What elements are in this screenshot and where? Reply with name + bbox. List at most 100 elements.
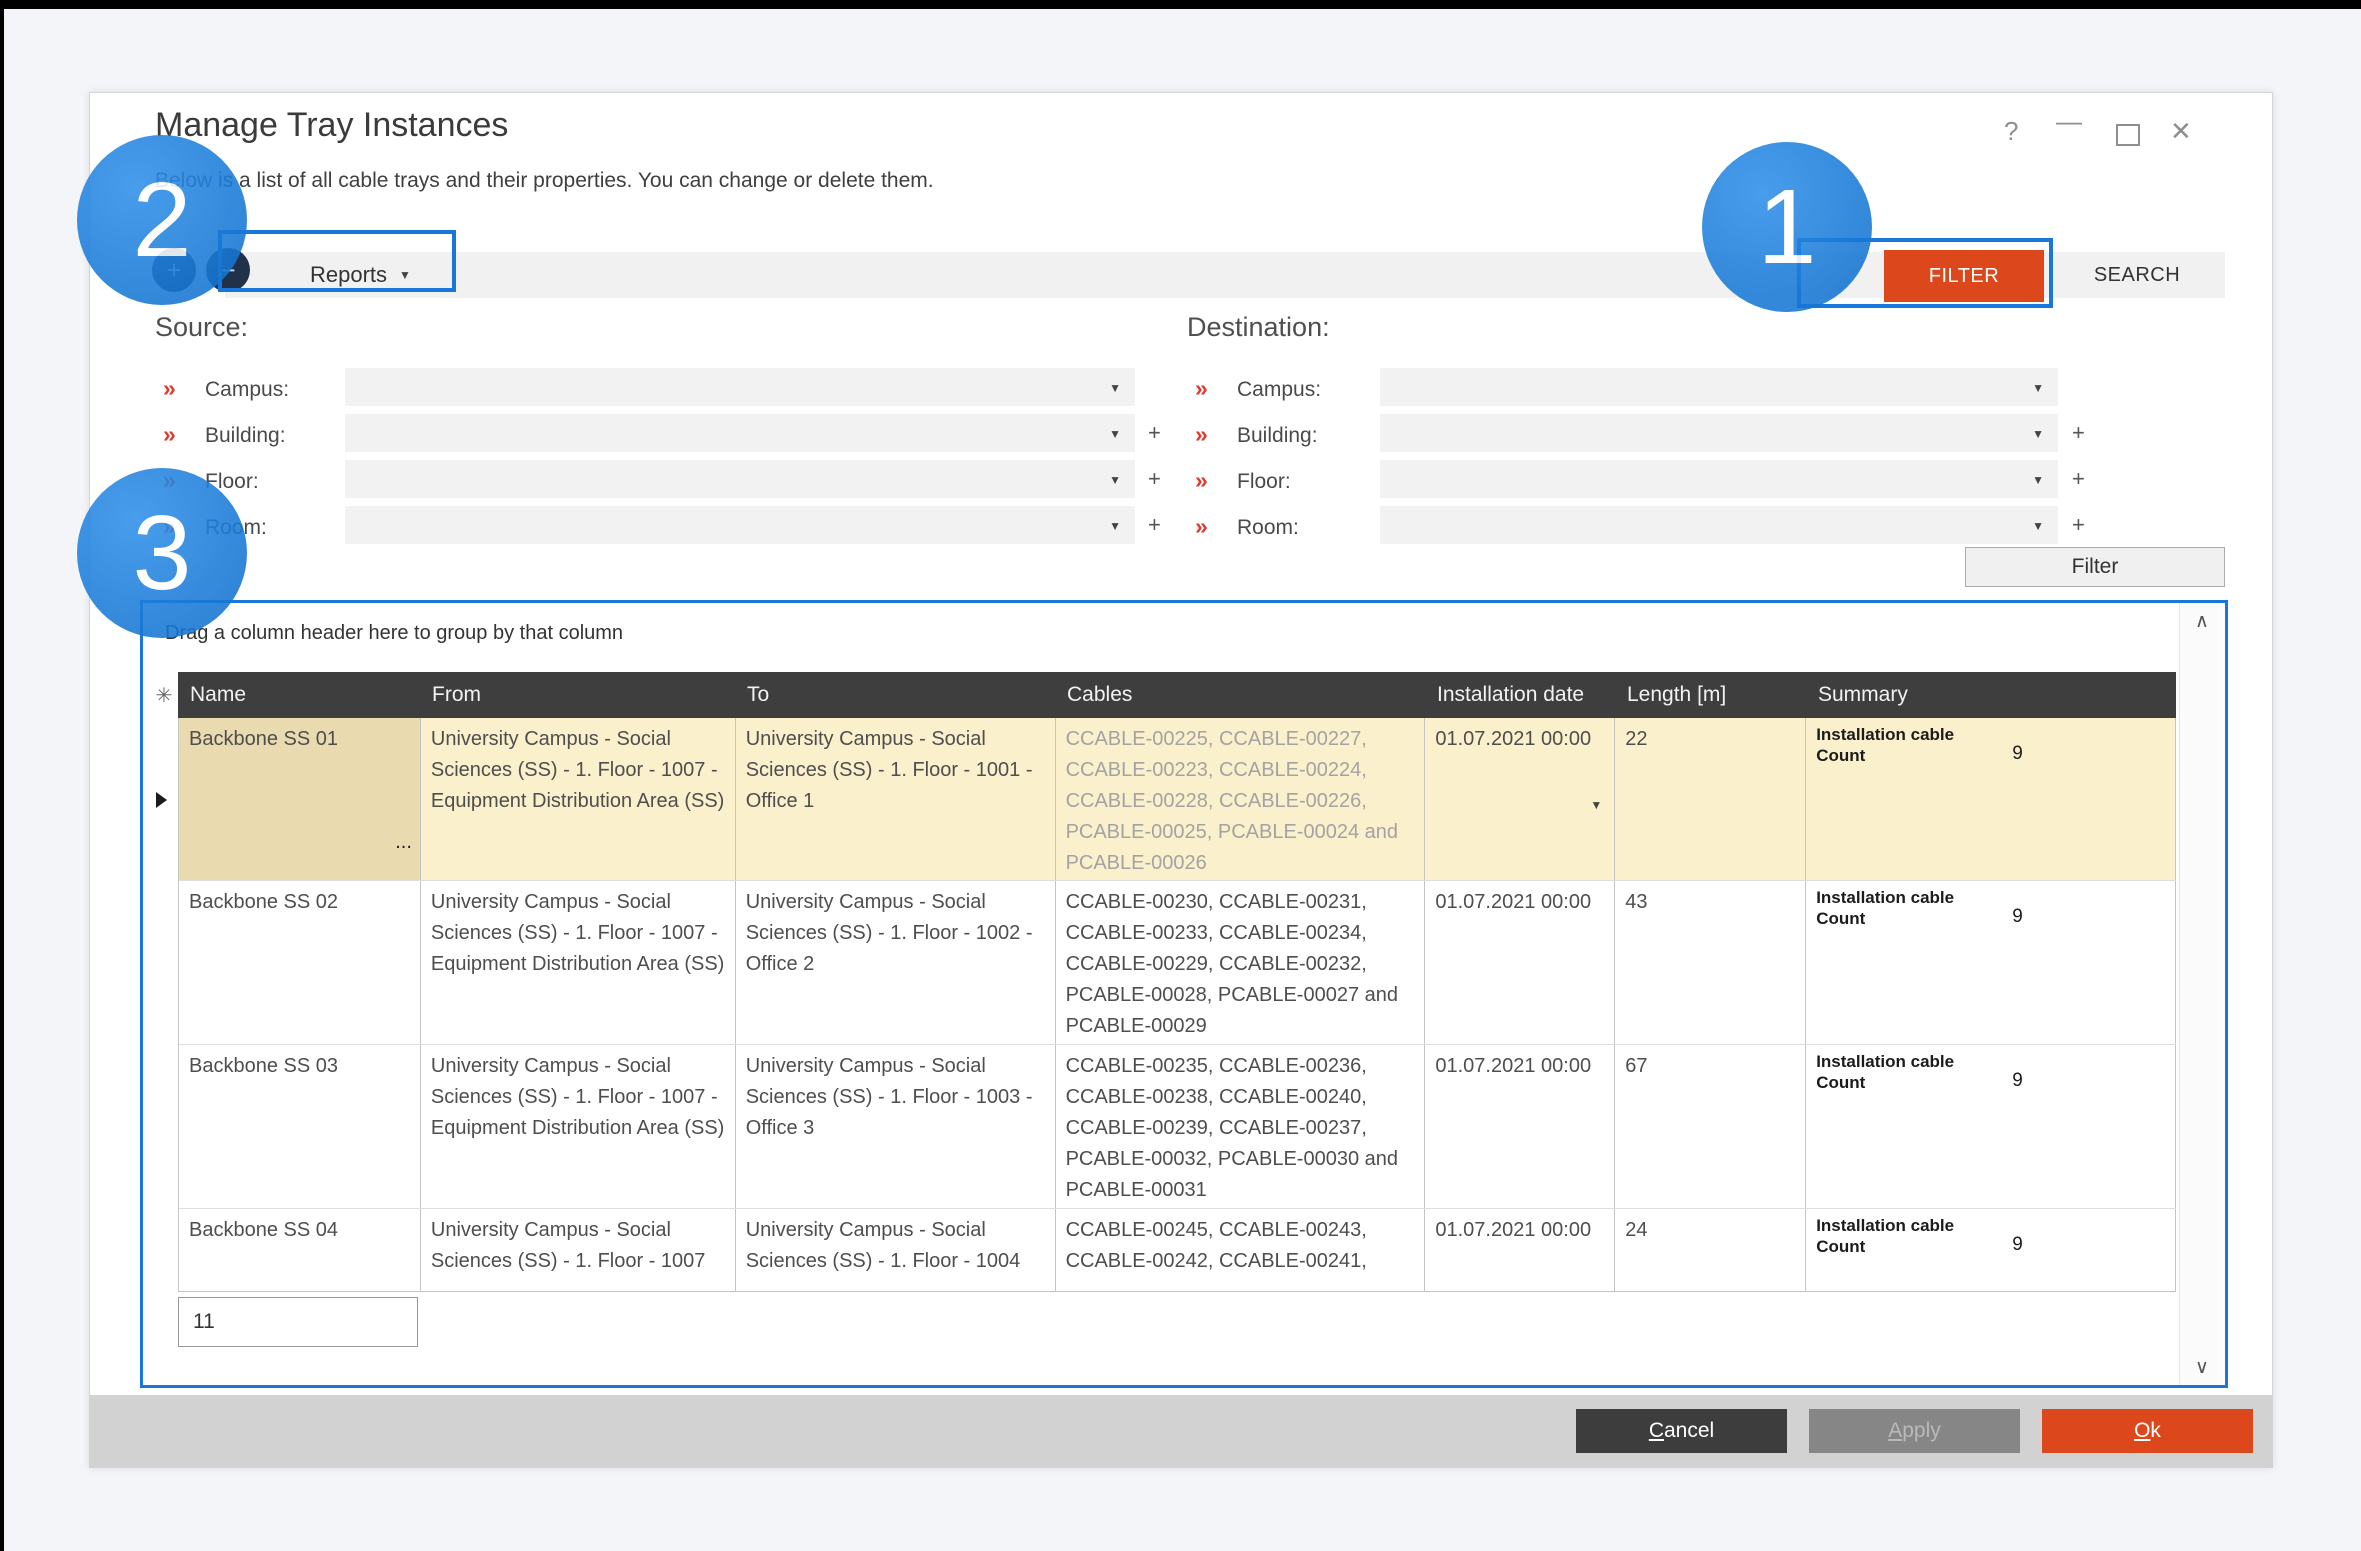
row-selector-header: ✳ [150,672,178,718]
chevron-icon: » [1195,421,1208,448]
help-icon[interactable]: ? [2004,116,2018,147]
search-tab[interactable]: SEARCH [2052,252,2222,298]
scroll-up-icon[interactable]: ∧ [2180,603,2224,639]
cell-from[interactable]: University Campus - Social Sciences (SS)… [421,881,736,1044]
column-header-to[interactable]: To [735,672,1055,718]
cell-length[interactable]: 22 [1615,718,1806,880]
cell-length[interactable]: 43 [1615,881,1806,1044]
source-building-add-icon[interactable]: + [1148,420,1161,446]
cell-name[interactable]: Backbone SS 04 [179,1209,421,1291]
cell-length[interactable]: 67 [1615,1045,1806,1208]
cell-installation-date[interactable]: 01.07.2021 00:00 [1425,1209,1615,1291]
destination-campus-label: Campus: [1237,378,1321,402]
cell-length[interactable]: 24 [1615,1209,1806,1291]
destination-floor-add-icon[interactable]: + [2072,466,2085,492]
source-building-dropdown[interactable]: ▼ [345,414,1135,452]
record-count-input[interactable] [178,1297,418,1347]
destination-room-dropdown[interactable]: ▼ [1380,506,2058,544]
annotation-box-reports [218,230,456,292]
cell-to[interactable]: University Campus - Social Sciences (SS)… [736,881,1056,1044]
summary-count: 9 [2012,901,2023,1038]
cell-installation-date[interactable]: 01.07.2021 00:00 ▼ [1425,718,1615,880]
grid-body: Backbone SS 01 ... University Campus - S… [178,718,2176,1292]
column-header-length[interactable]: Length [m] [1615,672,1806,718]
column-header-from[interactable]: From [420,672,735,718]
summary-label: Installation cable Count [1816,724,1976,874]
destination-section-title: Destination: [1187,312,1330,343]
table-row[interactable]: Backbone SS 01 ... University Campus - S… [179,718,2176,881]
close-icon[interactable]: ✕ [2170,116,2192,147]
destination-campus-dropdown[interactable]: ▼ [1380,368,2058,406]
source-section-title: Source: [155,312,248,343]
vertical-scrollbar[interactable]: ∧ ∨ [2179,603,2223,1385]
summary-label: Installation cable Count [1816,1051,1976,1202]
cell-name[interactable]: Backbone SS 01 ... [179,718,421,880]
source-floor-add-icon[interactable]: + [1148,466,1161,492]
cell-cables[interactable]: CCABLE-00245, CCABLE-00243, CCABLE-00242… [1056,1209,1426,1291]
column-header-name[interactable]: Name [178,672,420,718]
chevron-down-icon: ▼ [2032,519,2044,533]
destination-floor-label: Floor: [1237,470,1291,494]
cell-summary: Installation cable Count 9 [1806,1045,2176,1208]
destination-building-dropdown[interactable]: ▼ [1380,414,2058,452]
cell-cables[interactable]: CCABLE-00230, CCABLE-00231, CCABLE-00233… [1056,881,1426,1044]
cell-from[interactable]: University Campus - Social Sciences (SS)… [421,718,736,880]
table-row[interactable]: Backbone SS 03 University Campus - Socia… [179,1045,2176,1209]
cell-to[interactable]: University Campus - Social Sciences (SS)… [736,718,1056,880]
source-campus-dropdown[interactable]: ▼ [345,368,1135,406]
table-row[interactable]: Backbone SS 04 University Campus - Socia… [179,1209,2176,1292]
filter-button[interactable]: Filter [1965,547,2225,587]
chevron-icon: » [1195,375,1208,402]
source-floor-dropdown[interactable]: ▼ [345,460,1135,498]
cell-installation-date[interactable]: 01.07.2021 00:00 [1425,881,1615,1044]
cell-summary: Installation cable Count 9 [1806,1209,2176,1291]
chevron-down-icon: ▼ [2032,427,2044,441]
asterisk-icon: ✳ [156,683,173,708]
scroll-down-icon[interactable]: ∨ [2180,1349,2224,1385]
cell-installation-date[interactable]: 01.07.2021 00:00 [1425,1045,1615,1208]
page-subtitle: Below is a list of all cable trays and t… [155,169,934,193]
summary-label: Installation cable Count [1816,887,1976,1038]
cell-cables[interactable]: CCABLE-00235, CCABLE-00236, CCABLE-00238… [1056,1045,1426,1208]
destination-building-label: Building: [1237,424,1318,448]
source-room-add-icon[interactable]: + [1148,512,1161,538]
column-header-summary[interactable]: Summary [1806,672,2176,718]
cell-name[interactable]: Backbone SS 03 [179,1045,421,1208]
chevron-down-icon: ▼ [1109,519,1121,533]
cancel-button[interactable]: Cancel [1576,1409,1787,1453]
chevron-down-icon: ▼ [1109,473,1121,487]
ok-button[interactable]: Ok [2042,1409,2253,1453]
destination-building-add-icon[interactable]: + [2072,420,2085,446]
maximize-icon[interactable] [2116,124,2140,146]
cell-from[interactable]: University Campus - Social Sciences (SS)… [421,1045,736,1208]
apply-button[interactable]: Apply [1809,1409,2020,1453]
grid-header-row: Name From To Cables Installation date Le… [178,672,2176,718]
column-header-installation-date[interactable]: Installation date [1425,672,1615,718]
annotation-step-1: 1 [1702,142,1872,312]
destination-floor-dropdown[interactable]: ▼ [1380,460,2058,498]
destination-room-add-icon[interactable]: + [2072,512,2085,538]
cell-to[interactable]: University Campus - Social Sciences (SS)… [736,1045,1056,1208]
chevron-down-icon: ▼ [1109,381,1121,395]
chevron-down-icon[interactable]: ▼ [1590,790,1602,821]
minimize-icon[interactable]: — [2056,106,2082,137]
column-header-cables[interactable]: Cables [1055,672,1425,718]
ellipsis-button[interactable]: ... [395,827,412,858]
annotation-step-3: 3 [77,468,247,638]
current-row-indicator [156,792,167,808]
source-room-dropdown[interactable]: ▼ [345,506,1135,544]
summary-count: 9 [2012,738,2023,874]
destination-room-label: Room: [1237,516,1299,540]
chevron-down-icon: ▼ [1109,427,1121,441]
group-by-hint: Drag a column header here to group by th… [165,622,623,645]
cell-from[interactable]: University Campus - Social Sciences (SS)… [421,1209,736,1291]
cell-to[interactable]: University Campus - Social Sciences (SS)… [736,1209,1056,1291]
cell-name[interactable]: Backbone SS 02 [179,881,421,1044]
chevron-icon: » [163,421,176,448]
screenshot-canvas: Manage Tray Instances Below is a list of… [0,0,2361,1551]
summary-count: 9 [2012,1229,2023,1285]
cell-cables[interactable]: CCABLE-00225, CCABLE-00227, CCABLE-00223… [1056,718,1426,880]
chevron-icon: » [1195,513,1208,540]
table-row[interactable]: Backbone SS 02 University Campus - Socia… [179,881,2176,1045]
source-building-label: Building: [205,424,286,448]
